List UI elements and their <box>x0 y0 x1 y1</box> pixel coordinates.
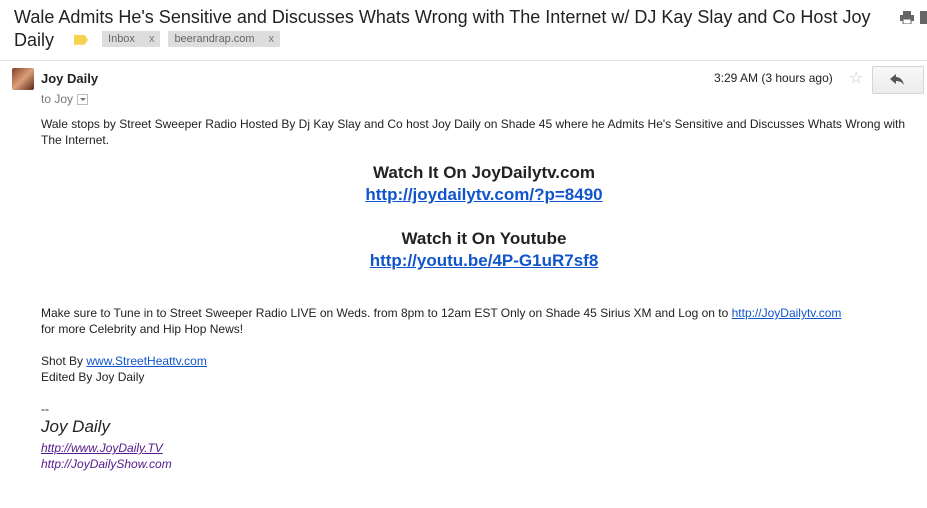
youtube-video-link[interactable]: http://youtu.be/4P-G1uR7sf8 <box>370 251 599 270</box>
signature-link-joydaily-tv[interactable]: http://www.JoyDaily.TV <box>41 441 163 455</box>
tune-in-tail: for more Celebrity and Hip Hop News! <box>41 322 244 336</box>
label-chip-text: Inbox <box>108 32 135 45</box>
print-icon[interactable] <box>900 11 914 24</box>
show-details-dropdown-icon[interactable] <box>77 94 89 106</box>
reply-button[interactable] <box>872 66 924 94</box>
label-chip-beerandrap[interactable]: beerandrap.com x <box>168 30 281 47</box>
watch-site-heading: Watch It On JoyDailytv.com <box>373 163 595 182</box>
email-intro: Wale stops by Street Sweeper Radio Hoste… <box>41 117 906 147</box>
recipient-line: to Joy <box>41 92 89 106</box>
tune-in-text: Make sure to Tune in to Street Sweeper R… <box>41 306 729 320</box>
remove-label-button[interactable]: x <box>269 33 275 45</box>
signature-link-joydailyshow[interactable]: http://JoyDailyShow.com <box>41 457 172 471</box>
new-window-icon[interactable] <box>920 11 927 24</box>
watch-site-block: Watch It On JoyDailytv.com http://joydai… <box>41 163 927 205</box>
credits: Shot By www.StreetHeattv.com Edited By J… <box>41 353 207 385</box>
sender-name[interactable]: Joy Daily <box>41 71 98 86</box>
label-chip-text: beerandrap.com <box>174 32 255 45</box>
subject-bar: Wale Admits He's Sensitive and Discusses… <box>14 6 894 52</box>
tune-in-paragraph: Make sure to Tune in to Street Sweeper R… <box>41 305 921 337</box>
label-chip-inbox[interactable]: Inbox x <box>102 30 161 47</box>
header-divider <box>0 60 927 61</box>
watch-youtube-heading: Watch it On Youtube <box>401 229 567 248</box>
joydailytv-link[interactable]: http://JoyDailytv.com <box>732 306 842 320</box>
joydailytv-video-link[interactable]: http://joydailytv.com/?p=8490 <box>365 185 602 204</box>
avatar[interactable] <box>12 68 34 90</box>
reply-icon <box>890 74 904 85</box>
signature-separator: -- <box>41 402 49 416</box>
shot-by-label: Shot By <box>41 354 84 368</box>
edited-by-text: Edited By Joy Daily <box>41 370 145 384</box>
streetheattv-link[interactable]: www.StreetHeattv.com <box>86 354 206 368</box>
star-icon[interactable]: ☆ <box>849 68 863 88</box>
email-timestamp: 3:29 AM (3 hours ago) <box>714 71 833 85</box>
recipient-text: to Joy <box>41 92 74 106</box>
important-label-icon[interactable] <box>74 34 89 45</box>
remove-label-button[interactable]: x <box>149 33 155 45</box>
watch-youtube-block: Watch it On Youtube http://youtu.be/4P-G… <box>41 229 927 271</box>
signature-name: Joy Daily <box>41 417 110 436</box>
